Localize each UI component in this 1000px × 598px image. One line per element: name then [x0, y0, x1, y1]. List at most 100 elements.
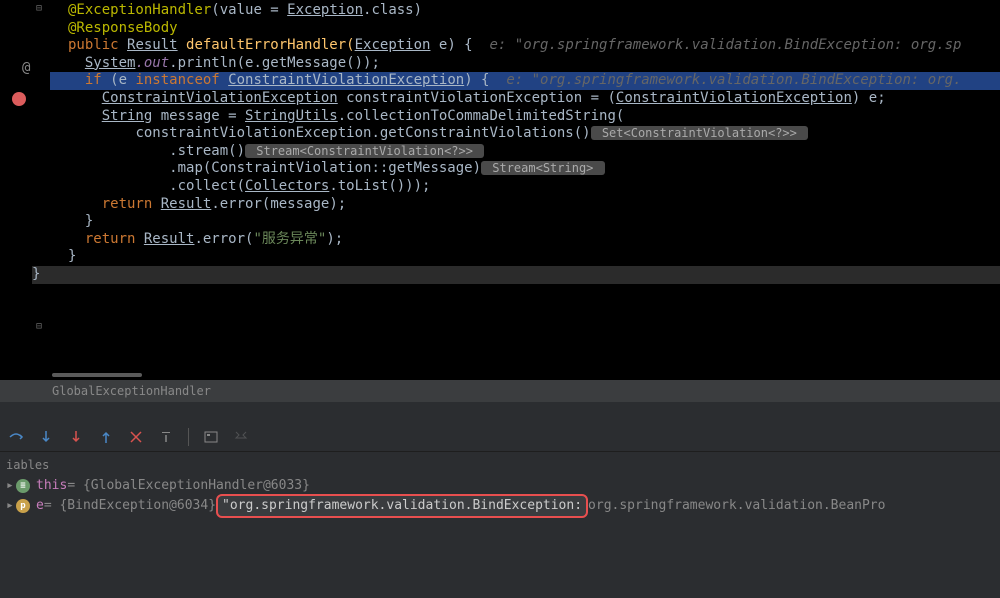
code-line[interactable]: } [32, 266, 1000, 284]
code-area[interactable]: @ExceptionHandler(value = Exception.clas… [50, 0, 1000, 284]
text: .error(message); [211, 196, 346, 212]
string: "服务异常" [253, 231, 326, 247]
field-icon: ≡ [16, 479, 30, 493]
code-line[interactable]: ConstraintViolationException constraintV… [50, 90, 1000, 108]
keyword: return [85, 231, 144, 247]
horizontal-scrollbar[interactable] [0, 370, 1000, 380]
text: .toList())); [329, 178, 430, 194]
code-line[interactable]: @ResponseBody [50, 20, 1000, 38]
gutter: @ ⊟ ⊟ ⊟ [0, 0, 50, 370]
annotation: @ResponseBody [68, 20, 178, 36]
code-line[interactable]: .collect(Collectors.toList())); [50, 178, 1000, 196]
variables-header: iables [0, 452, 1000, 476]
breadcrumb-bar[interactable]: GlobalExceptionHandler [0, 380, 1000, 402]
code-line[interactable]: System.out.println(e.getMessage()); [50, 55, 1000, 73]
step-over-icon[interactable] [8, 429, 24, 445]
text: .error( [194, 231, 253, 247]
highlighted-value: "org.springframework.validation.BindExce… [216, 494, 588, 518]
text: value = [220, 2, 287, 18]
keyword: instanceof [135, 72, 228, 88]
text: .class) [363, 2, 422, 18]
brace: } [68, 248, 76, 264]
type: ConstraintViolationException [228, 72, 464, 88]
code-editor[interactable]: @ ⊟ ⊟ ⊟ @ExceptionHandler(value = Except… [0, 0, 1000, 370]
code-line[interactable]: constraintViolationException.getConstrai… [50, 125, 1000, 143]
annotation: @ExceptionHandler [68, 2, 211, 18]
step-into-icon[interactable] [38, 429, 54, 445]
scrollbar-thumb[interactable] [52, 373, 142, 377]
debug-toolbar [0, 422, 1000, 452]
annotation-gutter-icon: @ [22, 60, 30, 76]
class-ref: Exception [287, 2, 363, 18]
fold-icon[interactable]: ⊟ [36, 321, 42, 332]
drop-frame-icon[interactable] [128, 429, 144, 445]
code-line[interactable]: .map(ConstraintViolation::getMessage) St… [50, 160, 1000, 178]
text: .map(ConstraintViolation::getMessage) [169, 160, 481, 176]
method: defaultErrorHandler( [178, 37, 355, 53]
text: ) { [464, 72, 489, 88]
code-line[interactable]: return Result.error(message); [50, 196, 1000, 214]
debug-panel: iables ▸ ≡ this = {GlobalExceptionHandle… [0, 402, 1000, 598]
inline-debug-hint: e: "org.springframework.validation.BindE… [473, 37, 962, 53]
type: Exception [355, 37, 431, 53]
code-line[interactable]: return Result.error("服务异常"); [50, 231, 1000, 249]
text: message = [152, 108, 245, 124]
code-line[interactable]: } [50, 248, 1000, 266]
variable-value: org.springframework.validation.BeanPro [588, 496, 885, 516]
separator [188, 428, 189, 446]
code-line[interactable]: public Result defaultErrorHandler(Except… [50, 37, 1000, 55]
keyword: return [102, 196, 161, 212]
code-line-current[interactable]: if (e instanceof ConstraintViolationExce… [50, 72, 1000, 90]
text: (e [110, 72, 135, 88]
brace: } [85, 213, 93, 229]
type: ConstraintViolationException [616, 90, 852, 106]
text: ( [211, 2, 219, 18]
field: .out [135, 55, 169, 71]
step-out-icon[interactable] [98, 429, 114, 445]
type: Collectors [245, 178, 329, 194]
variable-name: e [36, 496, 44, 516]
code-line[interactable]: } [50, 213, 1000, 231]
evaluate-icon[interactable] [203, 429, 219, 445]
text: constraintViolationException = ( [338, 90, 616, 106]
keyword: if [85, 72, 110, 88]
type: ConstraintViolationException [102, 90, 338, 106]
type-hint: Stream<ConstraintViolation<?>> [245, 144, 484, 158]
text: e) { [430, 37, 472, 53]
text: ) e; [852, 90, 886, 106]
variable-value: = {BindException@6034} [44, 496, 216, 516]
type-hint: Stream<String> [481, 161, 605, 175]
type: Result [144, 231, 195, 247]
text: .stream() [169, 143, 245, 159]
text: .println(e.getMessage()); [169, 55, 380, 71]
variable-value: = {GlobalExceptionHandler@6033} [67, 476, 310, 496]
expand-arrow-icon[interactable]: ▸ [6, 476, 16, 496]
text: .collectionToCommaDelimitedString( [338, 108, 625, 124]
type: Result [161, 196, 212, 212]
keyword: public [68, 37, 127, 53]
force-step-into-icon[interactable] [68, 429, 84, 445]
inline-debug-hint: e: "org.springframework.validation.BindE… [489, 72, 961, 88]
code-line[interactable]: String message = StringUtils.collectionT… [50, 108, 1000, 126]
type: StringUtils [245, 108, 338, 124]
breadcrumb-item[interactable]: GlobalExceptionHandler [52, 384, 211, 398]
param-icon: p [16, 499, 30, 513]
brace: } [32, 266, 40, 282]
type: String [102, 108, 153, 124]
variable-row[interactable]: ▸ p e = {BindException@6034} "org.spring… [0, 496, 1000, 516]
trace-icon[interactable] [233, 429, 249, 445]
expand-arrow-icon[interactable]: ▸ [6, 496, 16, 516]
code-line[interactable]: @ExceptionHandler(value = Exception.clas… [50, 2, 1000, 20]
class-ref: System [85, 55, 136, 71]
text: constraintViolationException.getConstrai… [135, 125, 590, 141]
variable-row[interactable]: ▸ ≡ this = {GlobalExceptionHandler@6033} [0, 476, 1000, 496]
text: ); [326, 231, 343, 247]
type-hint: Set<ConstraintViolation<?>> [591, 126, 809, 140]
breakpoint-icon[interactable] [12, 92, 26, 106]
fold-icon[interactable]: ⊟ [36, 3, 42, 14]
text: .collect( [169, 178, 245, 194]
type: Result [127, 37, 178, 53]
variable-name: this [36, 476, 67, 496]
code-line[interactable]: .stream() Stream<ConstraintViolation<?>> [50, 143, 1000, 161]
run-to-cursor-icon[interactable] [158, 429, 174, 445]
